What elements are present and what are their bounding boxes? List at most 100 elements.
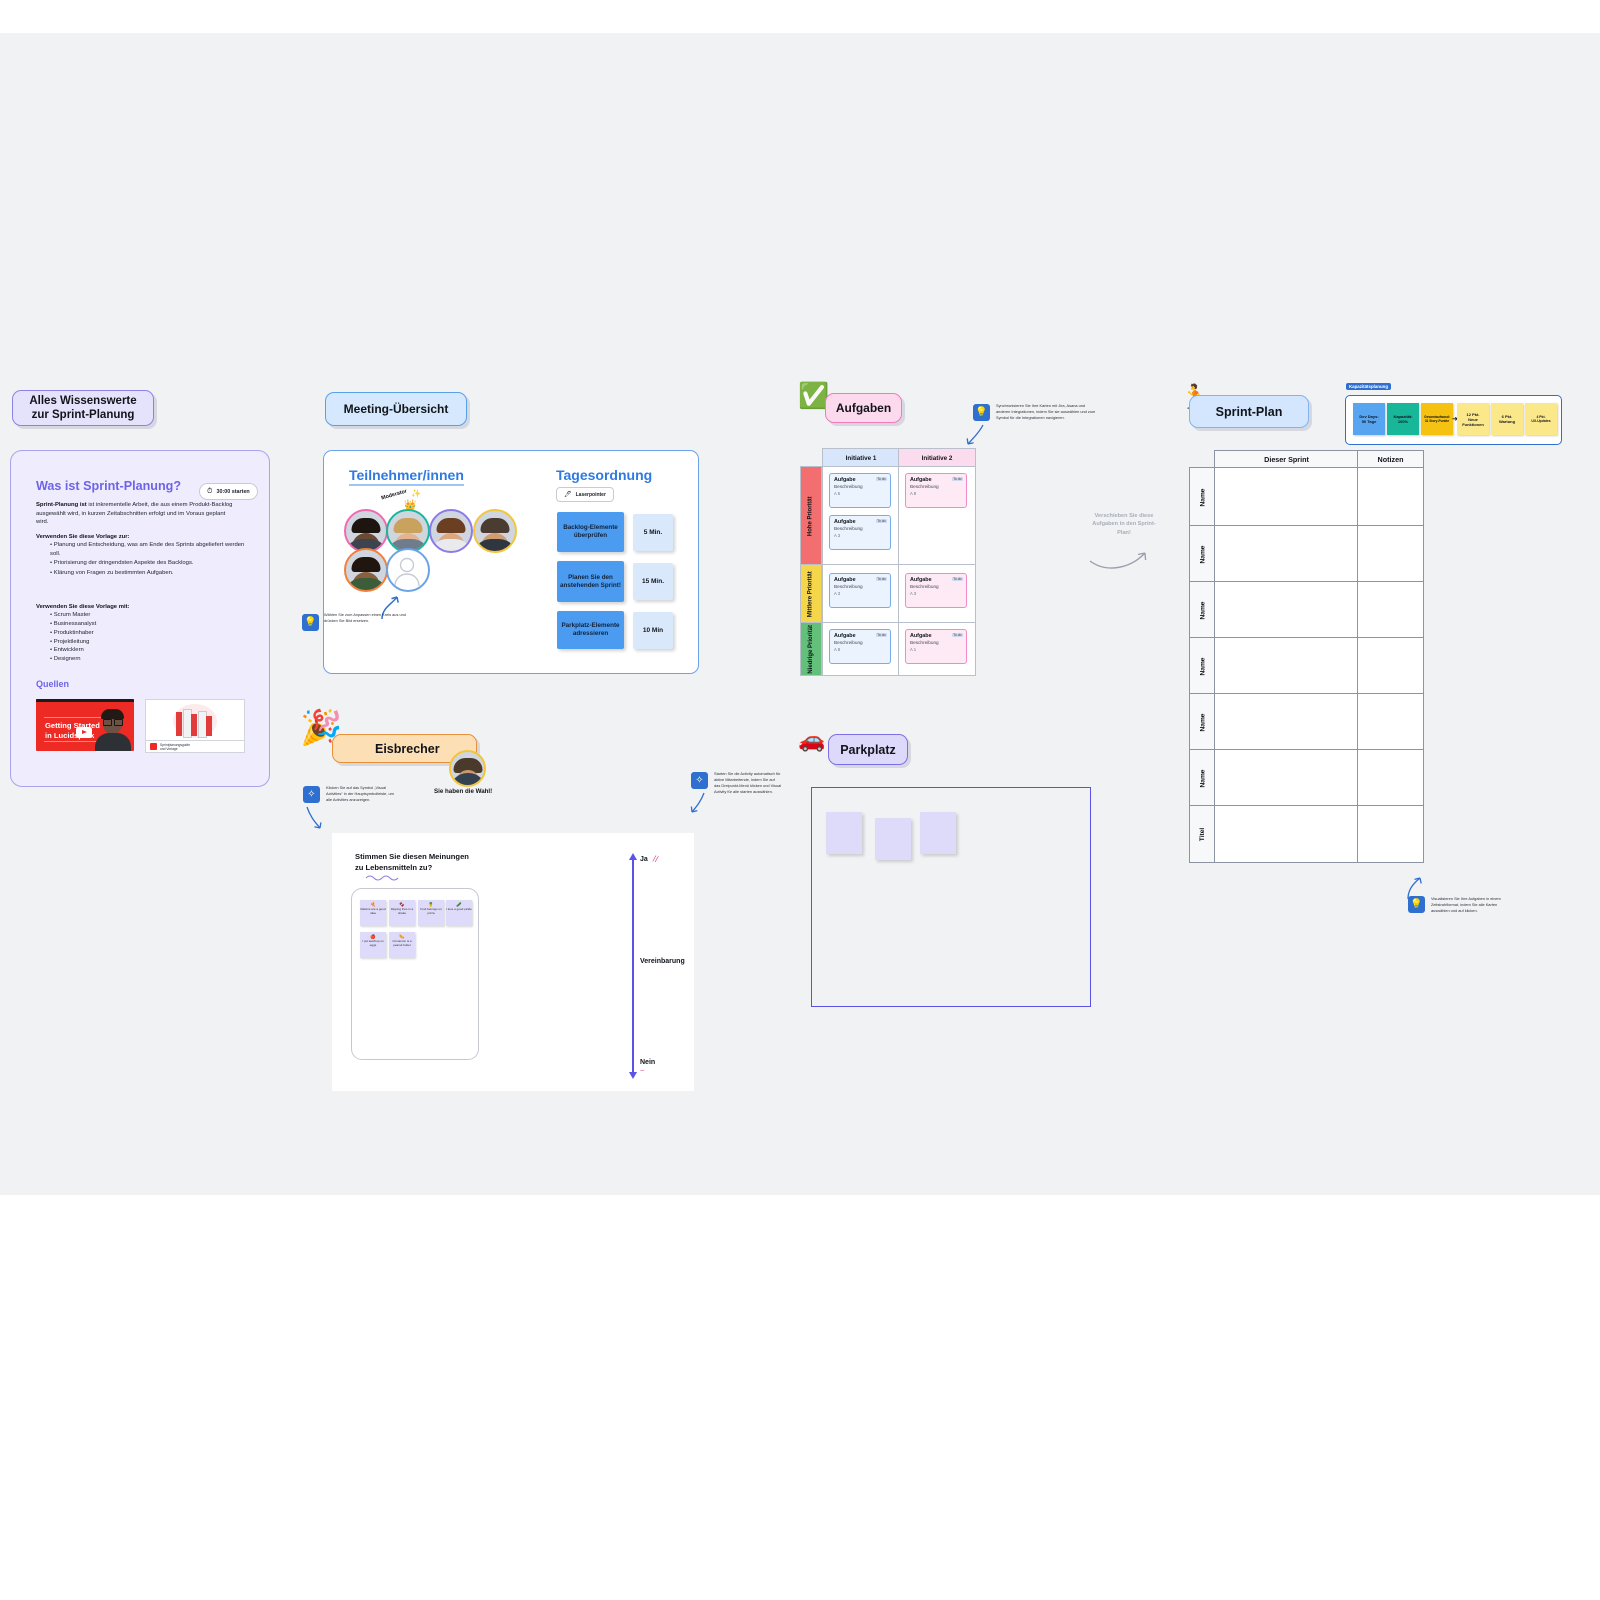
agenda-item-time[interactable]: 15 Min. — [633, 563, 673, 600]
sprint-plan-cell[interactable] — [1214, 805, 1359, 863]
avatar[interactable] — [429, 509, 473, 553]
visual-activity-icon[interactable]: ✧ — [691, 772, 708, 789]
section-pill-sprintplan[interactable]: Sprint-Plan — [1189, 395, 1309, 428]
knowledge-pill-line2: zur Sprint-Planung — [31, 409, 135, 421]
timer-button[interactable]: ⏱ 30:00 starten — [199, 483, 258, 500]
agenda-item-task[interactable]: Planen Sie den anstehenden Sprint! — [557, 561, 624, 602]
source-doc-thumbnail[interactable]: Sprintplanungsguide und Vorlage — [145, 699, 245, 753]
lightbulb-icon[interactable]: 💡 — [1408, 896, 1425, 913]
avatar[interactable] — [473, 509, 517, 553]
task-meta: A 5 — [834, 491, 841, 496]
task-card[interactable]: To do Aufgabe Beschreibung A 3 — [829, 573, 891, 608]
list-item: • Scrum Master — [50, 612, 91, 618]
voting-note[interactable]: 🥒 I love a good pickle — [446, 900, 472, 926]
sprint-plan-cell[interactable] — [1357, 637, 1424, 695]
voting-note[interactable]: 🍎 I put ketchup on eggs — [360, 932, 386, 958]
sprint-plan-cell[interactable] — [1214, 525, 1359, 583]
laserpointer-button[interactable]: 🖊 Laserpointer — [556, 487, 614, 502]
task-badge: To do — [875, 576, 887, 581]
sprintplan-tip: 💡 Visualisieren Sie Ihre Aufgaben in ein… — [1408, 896, 1501, 913]
meeting-pill-label: Meeting-Übersicht — [343, 402, 449, 416]
task-badge: To do — [951, 632, 963, 637]
agenda-item-time[interactable]: 10 Min — [633, 612, 673, 649]
note-emoji: 🍎 — [370, 934, 376, 939]
sprint-plan-row-label: Name — [1189, 525, 1216, 583]
tasks-grid[interactable]: Initiative 1 Initiative 2 Hohe Priorität… — [800, 448, 976, 676]
voting-note[interactable]: 🍍 Fruit belongs on pizza — [418, 900, 444, 926]
task-meta: A 3 — [834, 533, 841, 538]
use-for-list: • Planung und Entscheidung, was am Ende … — [42, 541, 245, 577]
parkplatz-tip-arrow — [690, 792, 705, 813]
task-badge: To do — [875, 476, 887, 481]
sprint-plan-cell[interactable] — [1357, 467, 1424, 527]
sprint-plan-row-label: Name — [1189, 581, 1216, 639]
play-button-icon[interactable] — [76, 727, 92, 738]
task-cell[interactable]: To do Aufgabe Beschreibung A 3 — [898, 564, 976, 624]
capacity-note[interactable]: 6 Pkt. Wartung — [1491, 403, 1523, 435]
voting-note[interactable]: 🌭 Cinnamon is a peanut butter — [389, 932, 415, 958]
task-card[interactable]: To do Aufgabe Beschreibung A 3 — [905, 573, 967, 608]
sprint-plan-cell[interactable] — [1214, 637, 1359, 695]
note-emoji: 🍕 — [370, 902, 376, 907]
task-card[interactable]: To do Aufgabe Beschreibung A 8 — [905, 473, 967, 508]
capacity-note[interactable]: Gesamtaufwand: 31 Story-Punkte — [1421, 403, 1453, 435]
lightbulb-icon[interactable]: 💡 — [302, 614, 319, 631]
task-cell[interactable]: To do Aufgabe Beschreibung A 3 — [822, 564, 900, 624]
knowledge-card[interactable]: Was ist Sprint-Planung? ⏱ 30:00 starten … — [10, 450, 270, 787]
timer-label: 30:00 starten — [216, 488, 250, 495]
section-pill-tasks[interactable]: Aufgaben — [825, 393, 902, 423]
task-cell[interactable]: To do Aufgabe Beschreibung A 1 — [898, 622, 976, 676]
avatar[interactable] — [449, 750, 486, 787]
section-pill-knowledge[interactable]: Alles Wissenswerte zur Sprint-Planung — [12, 390, 154, 426]
task-cell[interactable]: To do Aufgabe Beschreibung A 8 — [898, 466, 976, 566]
parkplatz-note[interactable] — [826, 812, 862, 854]
task-card[interactable]: To do Aufgabe Beschreibung A 3 — [829, 515, 891, 550]
voting-axis — [629, 853, 637, 1079]
sources-title: Quellen — [36, 679, 70, 689]
voting-note[interactable]: 🍫 Dipping fries in a shake — [389, 900, 415, 926]
task-cell[interactable]: To do Aufgabe Beschreibung A 8 — [822, 622, 900, 676]
list-item: • Entwicklern — [50, 647, 84, 654]
task-meta: A 8 — [910, 491, 917, 496]
voting-note[interactable]: 🍕 Raisins are a good idea — [360, 900, 386, 926]
visual-activity-icon[interactable]: ✧ — [303, 786, 320, 803]
icebreaker-tip: ✧ Klicken Sie auf das Symbol „Visual Act… — [303, 785, 394, 803]
avatar[interactable] — [344, 509, 388, 553]
avatar[interactable] — [344, 548, 388, 592]
sprint-plan-cell[interactable] — [1357, 581, 1424, 639]
agenda-item-task[interactable]: Parkplatz-Elemente adressieren — [557, 611, 624, 649]
parkplatz-note[interactable] — [920, 812, 956, 854]
knowledge-pill-line1: Alles Wissenswerte — [29, 394, 137, 407]
sprint-plan-cell[interactable] — [1214, 467, 1359, 527]
agenda-item-time[interactable]: 5 Min. — [633, 514, 673, 551]
task-card[interactable]: To do Aufgabe Beschreibung A 5 — [829, 473, 891, 508]
sprint-plan-cell[interactable] — [1214, 693, 1359, 751]
agenda-item-task[interactable]: Backlog-Elemente überprüfen — [557, 512, 624, 552]
capacity-note[interactable]: 4 Pkt. UX-Updates — [1525, 403, 1557, 435]
avatar[interactable] — [386, 509, 430, 553]
task-cell[interactable]: To do Aufgabe Beschreibung A 5 To do Auf… — [822, 466, 900, 566]
laserpointer-icon: 🖊 — [564, 492, 572, 498]
sprint-plan-cell[interactable] — [1357, 693, 1424, 751]
section-pill-parkplatz[interactable]: Parkplatz — [828, 734, 908, 765]
section-pill-meeting[interactable]: Meeting-Übersicht — [325, 392, 467, 426]
capacity-note[interactable]: 12 Pkt. Neue Funktionen — [1457, 403, 1489, 435]
source-video-thumbnail[interactable]: Getting Started in Lucidspark — [36, 699, 134, 751]
sprint-plan-cell[interactable] — [1357, 805, 1424, 863]
avatar-placeholder[interactable] — [386, 548, 430, 592]
task-card[interactable]: To do Aufgabe Beschreibung A 1 — [905, 629, 967, 664]
tasks-tip-arrow — [966, 424, 984, 445]
task-desc: Beschreibung — [834, 526, 863, 531]
parkplatz-note[interactable] — [875, 818, 911, 860]
task-card[interactable]: To do Aufgabe Beschreibung A 8 — [829, 629, 891, 664]
lightbulb-icon[interactable]: 💡 — [973, 404, 990, 421]
capacity-note[interactable]: Kapazität: 100% — [1387, 403, 1419, 435]
task-col-header: Initiative 1 — [822, 448, 900, 468]
sprint-plan-cell[interactable] — [1357, 749, 1424, 807]
sprint-plan-cell[interactable] — [1214, 749, 1359, 807]
sprint-plan-cell[interactable] — [1357, 525, 1424, 583]
capacity-note[interactable]: Dev Days: 50 Tage — [1353, 403, 1385, 435]
knowledge-intro-bold: Sprint-Planung ist — [36, 502, 87, 508]
move-tasks-arrow — [1089, 552, 1147, 569]
sprint-plan-cell[interactable] — [1214, 581, 1359, 639]
